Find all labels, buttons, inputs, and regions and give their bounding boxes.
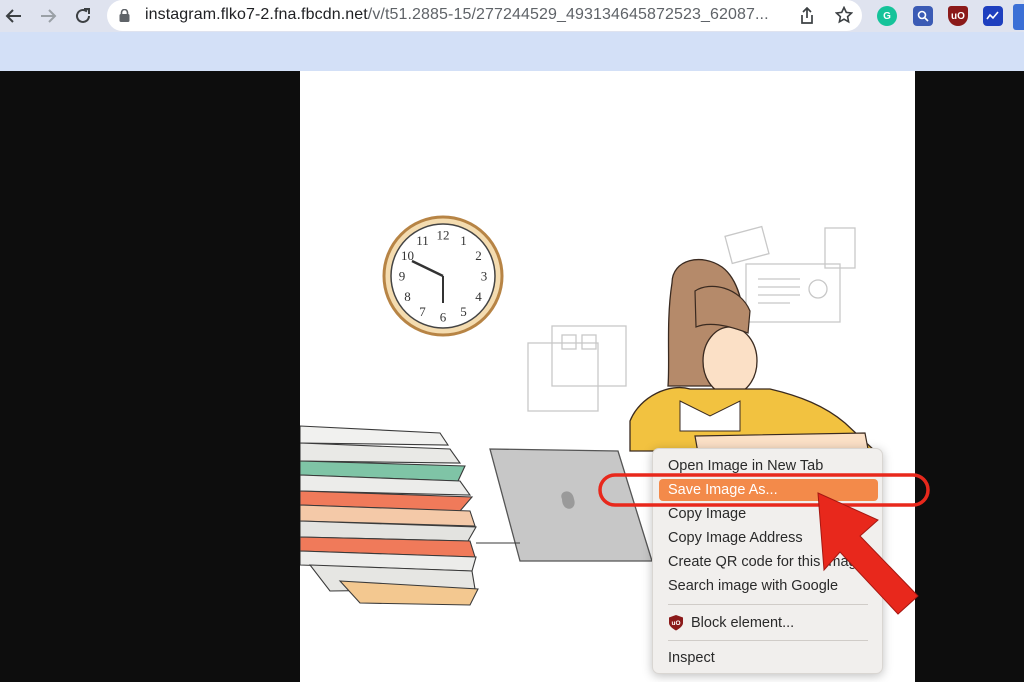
highlight-ellipse-annotation (598, 473, 930, 507)
annotation-overlay (598, 473, 930, 615)
red-arrow-annotation (817, 492, 919, 615)
